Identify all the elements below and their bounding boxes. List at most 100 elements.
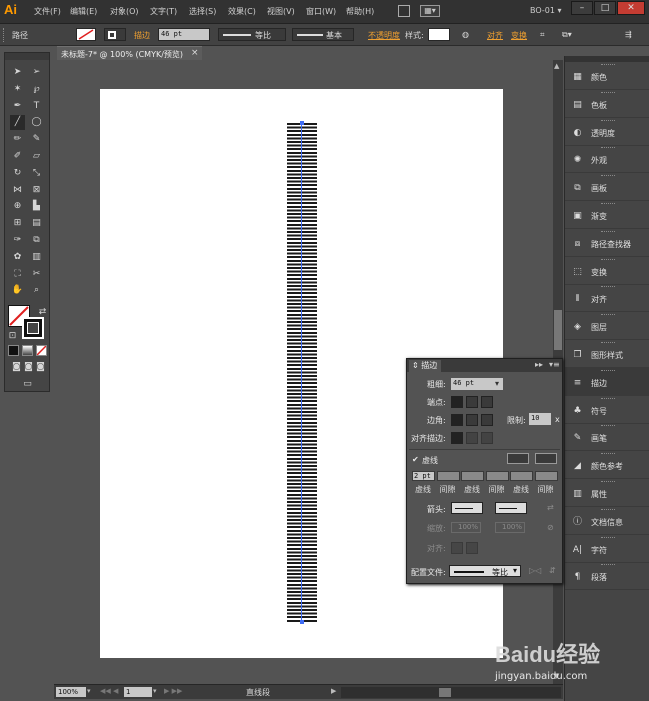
rotate-tool-icon[interactable]: ↻ [10,166,25,181]
preserve-dash-button[interactable] [507,453,529,464]
gap-field-0[interactable] [436,471,460,481]
opacity-label[interactable]: 不透明度 [368,30,400,41]
workspace-switcher[interactable]: BO-01 ▾ [530,6,562,15]
document-tab[interactable]: 未标题-7* @ 100% (CMYK/预览) × [57,46,202,60]
eraser-tool-icon[interactable]: ▱ [29,149,44,164]
shape-builder-tool-icon[interactable]: ⊕ [10,199,25,214]
dash-field-0[interactable]: 2 pt [412,471,435,481]
align-center-button[interactable] [451,432,463,444]
artboard-dropdown-icon[interactable]: ▾ [153,687,157,695]
none-mode-icon[interactable] [36,345,47,356]
round-cap-button[interactable] [466,396,478,408]
blob-brush-tool-icon[interactable]: ✐ [10,149,25,164]
next-page-icon[interactable]: ▶ ▶▶ [164,687,182,695]
brush-dropdown[interactable]: 基本 [292,28,354,41]
collapse-panel-icon[interactable]: ▸▸ [535,360,543,369]
status-menu-icon[interactable]: ▶ [331,687,336,695]
dashed-stroke-line[interactable] [287,123,317,622]
color-mode-icon[interactable] [8,345,19,356]
miter-join-button[interactable] [451,414,463,426]
dock-panel-17[interactable]: A| 字符 [565,535,649,563]
bevel-join-button[interactable] [481,414,493,426]
arrange-icon[interactable]: ⧉▾ [562,30,572,40]
align-dash-corners-button[interactable] [535,453,557,464]
scale-tool-icon[interactable]: ⤡ [29,166,44,181]
dock-panel-16[interactable]: ⓘ 文档信息 [565,507,649,535]
end-scale-field[interactable]: 100% [495,522,525,533]
menu-item-6[interactable]: 视图(V) [267,6,295,17]
stroke-panel-tab[interactable]: ⇕ 描边 [409,360,441,372]
limit-field[interactable]: 10 [529,413,551,425]
graphic-style-swatch[interactable] [428,28,450,41]
dock-panel-5[interactable]: ▣ 渐变 [565,201,649,229]
fill-swatch[interactable] [76,28,96,41]
projecting-cap-button[interactable] [481,396,493,408]
recolor-icon[interactable]: ◍ [462,30,469,39]
weight-dropdown-icon[interactable]: ▾ [495,379,499,388]
dock-panel-10[interactable]: ❐ 图形样式 [565,340,649,368]
dash-field-2[interactable] [510,471,533,481]
line-segment-tool-icon[interactable]: ╱ [10,115,25,131]
arrow-place-button[interactable] [466,542,478,554]
stroke-color-box[interactable] [22,317,44,339]
direct-selection-tool-icon[interactable]: ➢ [29,65,44,80]
dock-panel-13[interactable]: ✎ 画笔 [565,423,649,452]
selected-path[interactable] [301,123,302,622]
dock-panel-12[interactable]: ♣ 符号 [565,396,649,424]
path-anchor-bottom[interactable] [300,620,304,624]
stroke-weight-field[interactable]: 46 pt [158,28,210,41]
artboard-tool-icon[interactable]: ⛶ [10,267,25,282]
align-link[interactable]: 对齐 [487,30,503,41]
path-anchor-top[interactable] [300,121,304,125]
transform-link[interactable]: 变换 [511,30,527,41]
close-window-button[interactable]: ✕ [617,1,645,15]
dock-panel-11[interactable]: ≡ 描边 [565,367,649,396]
default-colors-icon[interactable]: ⊡ [5,329,20,344]
variable-width-profile-dropdown[interactable]: 等比 [218,28,286,41]
dashed-checkbox[interactable]: ✔ [412,455,419,464]
blend-tool-icon[interactable]: ⧉ [29,233,44,248]
eyedropper-tool-icon[interactable]: ✑ [10,233,25,248]
maximize-button[interactable]: □ [594,1,616,15]
menu-item-4[interactable]: 选择(S) [189,6,216,17]
first-page-icon[interactable]: ◀◀ ◀ [100,687,118,695]
zoom-tool-icon[interactable]: ⌕ [29,283,44,298]
end-arrowhead-dropdown[interactable] [495,502,527,514]
menu-item-0[interactable]: 文件(F) [34,6,61,17]
perspective-grid-tool-icon[interactable]: ▙ [29,199,44,214]
menu-item-1[interactable]: 编辑(E) [70,6,97,17]
dock-panel-15[interactable]: ▥ 属性 [565,479,649,507]
slice-tool-icon[interactable]: ✂ [29,267,44,282]
screen-mode-icon[interactable]: ▭ [20,377,35,392]
bridge-icon[interactable] [398,5,410,17]
align-inside-button[interactable] [466,432,478,444]
width-tool-icon[interactable]: ⋈ [10,183,25,198]
mesh-tool-icon[interactable]: ⊞ [10,216,25,231]
artboard-number-field[interactable]: 1 [124,687,152,697]
menu-item-5[interactable]: 效果(C) [228,6,256,17]
butt-cap-button[interactable] [451,396,463,408]
menu-item-3[interactable]: 文字(T) [150,6,177,17]
stroke-panel-menu-icon[interactable]: ▾≡ [549,360,560,369]
start-scale-field[interactable]: 100% [451,522,481,533]
stroke-swatch[interactable] [104,28,126,41]
dash-field-1[interactable] [461,471,484,481]
close-tab-icon[interactable]: × [191,48,199,58]
dock-panel-0[interactable]: ▦ 颜色 [565,62,649,90]
start-arrowhead-dropdown[interactable] [451,502,483,514]
align-outside-button[interactable] [481,432,493,444]
dock-panel-6[interactable]: ⧈ 路径查找器 [565,229,649,257]
flip-across-icon[interactable]: ⇵ [549,566,556,575]
stroke-panel-header[interactable]: ⇕ 描边 ▸▸ ▾≡ [407,359,562,372]
swap-arrowheads-icon[interactable]: ⇄ [547,503,554,512]
dock-panel-4[interactable]: ⧉ 画板 [565,173,649,202]
menu-item-8[interactable]: 帮助(H) [346,6,374,17]
lasso-tool-icon[interactable]: ℘ [29,82,44,97]
zoom-field[interactable]: 100% [56,687,86,697]
dock-panel-7[interactable]: ⬚ 变换 [565,257,649,285]
dock-panel-3[interactable]: ✺ 外观 [565,145,649,174]
draw-inside-icon[interactable]: ◙ [33,360,48,375]
selection-tool-icon[interactable]: ➤ [10,65,25,80]
gap-field-1[interactable] [485,471,509,481]
arrow-extend-button[interactable] [451,542,463,554]
